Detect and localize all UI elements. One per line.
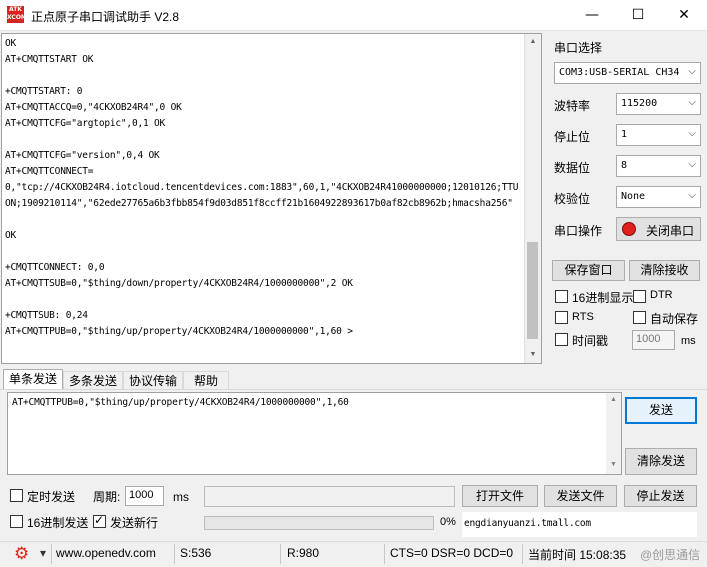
parity-label: 校验位 xyxy=(554,192,591,206)
receive-scrollbar[interactable]: ▲ ▼ xyxy=(524,34,541,363)
rts-label: RTS xyxy=(572,311,594,323)
data-bits-label: 数据位 xyxy=(554,161,591,175)
website-link[interactable]: www.openedv.com xyxy=(56,546,156,560)
auto-save-checkbox[interactable] xyxy=(633,311,646,324)
port-select[interactable]: COM3:USB-SERIAL CH340 ⌵ xyxy=(554,62,701,84)
tab-divider xyxy=(0,389,707,390)
period-label: 周期: xyxy=(93,490,121,504)
period-unit: ms xyxy=(173,490,189,504)
rts-checkbox[interactable] xyxy=(555,311,568,324)
timed-send-checkbox[interactable] xyxy=(10,489,23,502)
auto-save-label: 自动保存 xyxy=(650,312,699,326)
stop-bits-label: 停止位 xyxy=(554,130,591,144)
timestamp-label: 时间戳 xyxy=(572,334,609,348)
receive-area[interactable]: OK AT+CMQTTSTART OK +CMQTTSTART: 0 AT+CM… xyxy=(1,33,542,364)
status-divider xyxy=(174,544,175,564)
close-button[interactable]: ✕ xyxy=(661,0,707,30)
scroll-thumb[interactable] xyxy=(527,242,538,339)
send-button[interactable]: 发送 xyxy=(625,397,697,424)
stop-bits-select[interactable]: 1 ⌵ xyxy=(616,124,701,146)
gear-icon[interactable]: ⚙ xyxy=(14,544,29,564)
received-count: R:980 xyxy=(287,546,320,560)
chevron-down-icon: ⌵ xyxy=(688,190,696,201)
tmall-link[interactable]: engdianyuanzi.tmall.com xyxy=(464,518,591,529)
scroll-up-icon[interactable]: ▲ xyxy=(606,396,621,403)
minimize-button[interactable]: — xyxy=(569,0,615,30)
send-input[interactable]: AT+CMQTTPUB=0,"$thing/up/property/4CKXOB… xyxy=(7,392,622,475)
record-icon xyxy=(622,222,636,236)
chevron-down-icon[interactable]: ▾ xyxy=(40,546,46,560)
current-time: 当前时间 15:08:35 xyxy=(528,548,627,562)
baud-select[interactable]: 115200 ⌵ xyxy=(616,93,701,115)
tab-single-send[interactable]: 单条发送 xyxy=(3,369,63,389)
status-divider xyxy=(522,544,523,564)
port-operation-label: 串口操作 xyxy=(554,224,603,238)
tmall-link-area[interactable]: engdianyuanzi.tmall.com xyxy=(462,512,697,537)
data-bits-select[interactable]: 8 ⌵ xyxy=(616,155,701,177)
port-select-label: 串口选择 xyxy=(554,41,603,55)
send-newline-label: 发送新行 xyxy=(110,516,159,530)
send-scrollbar[interactable]: ▲ ▼ xyxy=(606,393,621,474)
tab-multi-send[interactable]: 多条发送 xyxy=(63,371,123,390)
parity-select[interactable]: None ⌵ xyxy=(616,186,701,208)
watermark: @创思通信 xyxy=(640,548,701,562)
stop-send-button[interactable]: 停止发送 xyxy=(624,485,697,507)
send-newline-checkbox[interactable] xyxy=(93,513,106,528)
status-divider xyxy=(384,544,385,564)
tab-protocol[interactable]: 协议传输 xyxy=(123,371,183,390)
scroll-down-icon[interactable]: ▼ xyxy=(525,347,541,363)
status-divider xyxy=(51,544,52,564)
send-file-button[interactable]: 发送文件 xyxy=(544,485,617,507)
app-logo-icon: ATK XCOM xyxy=(7,6,27,23)
file-path-field[interactable] xyxy=(204,486,455,507)
hex-send-checkbox[interactable] xyxy=(10,515,23,528)
dtr-checkbox[interactable] xyxy=(633,290,646,303)
progress-percent: 0% xyxy=(440,516,456,528)
modem-lines-status: CTS=0 DSR=0 DCD=0 xyxy=(390,546,514,560)
chevron-down-icon: ⌵ xyxy=(688,66,696,77)
chevron-down-icon: ⌵ xyxy=(688,159,696,170)
sent-count: S:536 xyxy=(180,546,212,560)
scroll-up-icon[interactable]: ▲ xyxy=(525,34,541,50)
receive-text: OK AT+CMQTTSTART OK +CMQTTSTART: 0 AT+CM… xyxy=(5,38,519,337)
send-progress-bar xyxy=(204,516,434,530)
scroll-down-icon[interactable]: ▼ xyxy=(606,461,621,468)
save-window-button[interactable]: 保存窗口 xyxy=(552,260,625,281)
hex-display-checkbox[interactable] xyxy=(555,290,568,303)
clear-receive-button[interactable]: 清除接收 xyxy=(629,260,700,281)
close-port-button[interactable]: 关闭串口 xyxy=(616,217,701,241)
status-divider xyxy=(280,544,281,564)
dtr-label: DTR xyxy=(650,289,673,301)
hex-display-label: 16进制显示 xyxy=(572,291,634,305)
timestamp-interval-input[interactable]: 1000 xyxy=(632,330,675,350)
timed-send-label: 定时发送 xyxy=(27,490,76,504)
timestamp-unit: ms xyxy=(681,335,696,347)
timestamp-checkbox[interactable] xyxy=(555,333,568,346)
open-file-button[interactable]: 打开文件 xyxy=(462,485,538,507)
tab-help[interactable]: 帮助 xyxy=(183,371,229,390)
chevron-down-icon: ⌵ xyxy=(688,97,696,108)
send-text: AT+CMQTTPUB=0,"$thing/up/property/4CKXOB… xyxy=(12,397,349,408)
title-bar: ATK XCOM 正点原子串口调试助手 V2.8 — ☐ ✕ xyxy=(0,0,707,31)
clear-send-button[interactable]: 清除发送 xyxy=(625,448,697,475)
maximize-button[interactable]: ☐ xyxy=(615,0,661,30)
hex-send-label: 16进制发送 xyxy=(27,516,89,530)
baud-label: 波特率 xyxy=(554,99,591,113)
period-input[interactable]: 1000 xyxy=(125,486,164,506)
window-title: 正点原子串口调试助手 V2.8 xyxy=(31,10,180,24)
chevron-down-icon: ⌵ xyxy=(688,128,696,139)
